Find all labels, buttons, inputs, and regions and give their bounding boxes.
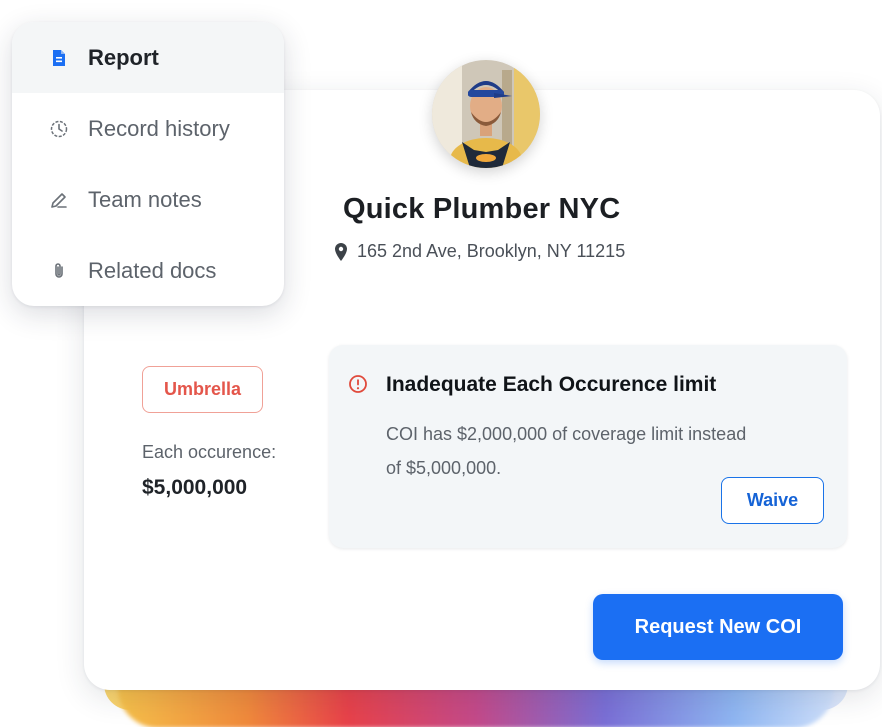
menu-item-record-history[interactable]: Record history [12, 93, 284, 164]
vendor-address: 165 2nd Ave, Brooklyn, NY 11215 [333, 241, 625, 262]
address-text: 165 2nd Ave, Brooklyn, NY 11215 [357, 241, 626, 261]
vendor-avatar [432, 60, 540, 168]
vendor-name: Quick Plumber NYC [343, 193, 621, 225]
alert-circle-icon [349, 375, 367, 393]
paperclip-icon [48, 260, 70, 282]
menu-item-label: Record history [88, 115, 230, 141]
menu-item-team-notes[interactable]: Team notes [12, 164, 284, 235]
waive-button[interactable]: Waive [721, 477, 824, 524]
menu-item-report[interactable]: Report [12, 22, 284, 93]
each-occurrence-value: $5,000,000 [142, 476, 248, 499]
alert-body: COI has $2,000,000 of coverage limit ins… [386, 424, 747, 478]
menu-item-label: Report [88, 44, 159, 70]
history-clock-icon [48, 118, 70, 140]
report-doc-icon [48, 47, 70, 69]
menu-item-label: Team notes [88, 186, 202, 212]
each-occurrence-label: Each occurence: [142, 442, 277, 462]
alert-title: Inadequate Each Occurence limit [386, 373, 717, 396]
policy-type-badge: Umbrella [142, 366, 263, 413]
sidebar-menu: Report Record history Team notes Related… [12, 22, 284, 306]
pencil-icon [48, 189, 70, 211]
menu-item-label: Related docs [88, 257, 217, 283]
menu-item-related-docs[interactable]: Related docs [12, 235, 284, 306]
request-new-coi-button[interactable]: Request New COI [593, 594, 843, 660]
compliance-alert: Inadequate Each Occurence limit COI has … [329, 345, 847, 548]
location-pin-icon [335, 242, 347, 261]
